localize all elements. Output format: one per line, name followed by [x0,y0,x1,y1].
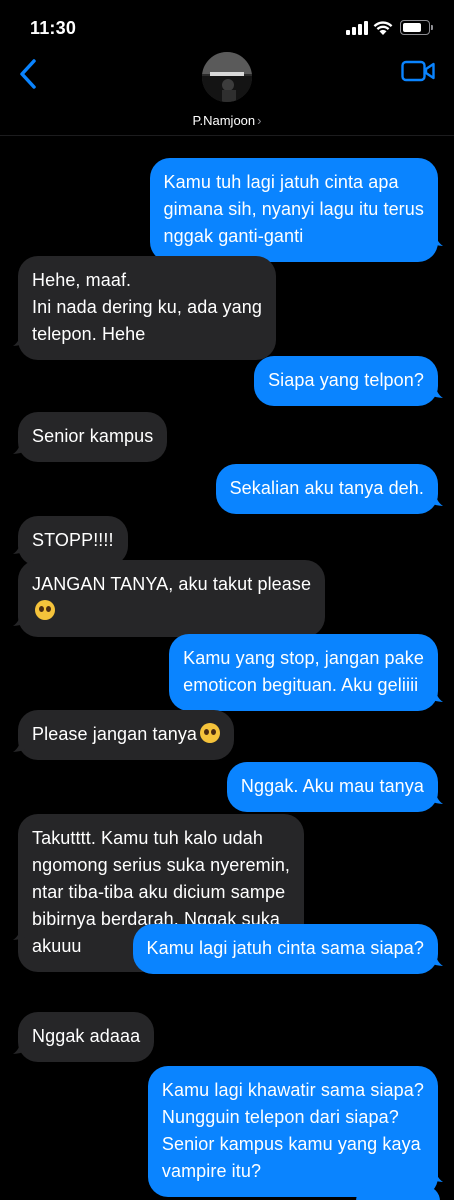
bubble-tail [426,946,443,966]
message-text: Kamu tuh lagi jatuh cinta apa [163,172,399,192]
message-row: Hehe, maaf. Ini nada dering ku, ada yang t… [0,256,454,360]
conversation-header: P.Namjoon › [0,50,454,136]
message-bubble-partial[interactable] [356,1186,440,1200]
battery-level [403,23,421,32]
contact-name: P.Namjoon [192,113,256,128]
bubble-tail [13,732,30,752]
chevron-right-icon: › [257,113,262,128]
message-text: Kamu lagi khawatir sama siapa? [161,1080,424,1100]
bubble-tail [426,1162,443,1182]
bubble-tail [13,534,30,554]
message-row: Siapa yang telpon? [0,356,454,406]
received-message-bubble[interactable]: JANGAN TANYA, aku takut please [18,560,326,637]
message-text: telepon. Hehe [32,324,146,344]
pleading-face-emoji-icon [200,723,221,743]
message-text: JANGAN TANYA, aku takut please [32,574,312,594]
message-text [32,598,311,625]
message-row: Kamu yang stop, jangan pake emoticon begi… [0,634,454,711]
message-text: Please jangan tanya [32,721,221,748]
message-text: Sekalian aku tanya deh. [229,478,424,498]
message-text: gimana sih, nyanyi lagu itu terus [163,199,424,219]
bubble-tail [13,606,30,626]
bubble-tail [426,486,443,506]
received-message-bubble[interactable]: Hehe, maaf. Ini nada dering ku, ada yang t… [18,256,276,360]
back-chevron-icon[interactable] [18,58,40,90]
sent-message-bubble[interactable]: Kamu tuh lagi jatuh cinta apa gimana sih,… [149,158,438,262]
message-row: Kamu lagi jatuh cinta sama siapa? [0,924,454,974]
bubble-tail [426,682,443,702]
message-text: STOPP!!!! [32,530,114,550]
message-text: Senior kampus kamu yang kaya [161,1134,421,1154]
bubble-tail [426,378,443,398]
message-row: Sekalian aku tanya deh. [0,464,454,514]
message-row: Senior kampus [0,412,454,462]
message-row: JANGAN TANYA, aku takut please [0,560,454,637]
bubble-tail [13,1034,30,1054]
message-text: vampire itu? [161,1161,262,1181]
bubble-tail [426,784,443,804]
sent-message-bubble[interactable]: Kamu lagi jatuh cinta sama siapa? [132,924,438,974]
message-text: Hehe, maaf. [32,270,132,290]
message-text: Takutttt. Kamu tuh kalo udah [32,828,263,848]
sent-message-bubble[interactable]: Kamu yang stop, jangan pake emoticon begi… [169,634,438,711]
status-time: 11:30 [30,18,77,38]
received-message-bubble[interactable]: Please jangan tanya [18,710,235,760]
received-message-bubble[interactable]: Nggak adaaa [18,1012,155,1062]
bubble-tail [13,434,30,454]
contact-name-button[interactable]: P.Namjoon › [0,113,454,128]
message-row: Kamu tuh lagi jatuh cinta apa gimana sih,… [0,158,454,262]
video-call-icon[interactable] [401,60,435,82]
bubble-tail [13,326,30,346]
message-row: STOPP!!!! [0,516,454,566]
received-message-bubble[interactable]: Senior kampus [18,412,168,462]
message-text: Kamu lagi jatuh cinta sama siapa? [146,938,424,958]
message-text: ngomong serius suka nyeremin, [32,855,291,875]
sent-message-bubble[interactable]: Kamu lagi khawatir sama siapa? Nungguin t… [147,1066,438,1197]
battery-icon [400,20,430,35]
message-row: Nggak. Aku mau tanya [0,762,454,812]
message-text: Senior kampus [32,426,154,446]
message-text: Nggak. Aku mau tanya [240,776,424,796]
message-text: ntar tiba-tiba aku dicium sampe [32,882,286,902]
avatar[interactable] [202,52,252,102]
message-text: Nggak adaaa [32,1026,141,1046]
message-text: Nungguin telepon dari siapa? [161,1107,399,1127]
message-text: nggak ganti-ganti [163,226,304,246]
message-text: Ini nada dering ku, ada yang [32,297,262,317]
message-text: Kamu yang stop, jangan pake [183,648,424,668]
avatar-photo [202,52,252,102]
signal-icon [346,21,368,35]
battery-cap [431,25,433,30]
message-row: Nggak adaaa [0,1012,454,1062]
sent-message-bubble[interactable]: Sekalian aku tanya deh. [215,464,438,514]
pleading-face-emoji-icon [35,600,55,620]
message-text: emoticon begituan. Aku geliiii [183,675,419,695]
bubble-tail [426,226,443,246]
received-message-bubble[interactable]: STOPP!!!! [18,516,128,566]
message-row: Kamu lagi khawatir sama siapa? Nungguin t… [0,1066,454,1197]
sent-message-bubble[interactable]: Siapa yang telpon? [254,356,438,406]
sent-message-bubble[interactable]: Nggak. Aku mau tanya [226,762,438,812]
wifi-icon [373,21,393,35]
message-row: Please jangan tanya [0,710,454,760]
status-bar: 11:30 [0,0,454,50]
message-row: Takutttt. Kamu tuh kalo udah ngomong seri… [0,814,454,972]
message-text: Siapa yang telpon? [268,370,424,390]
